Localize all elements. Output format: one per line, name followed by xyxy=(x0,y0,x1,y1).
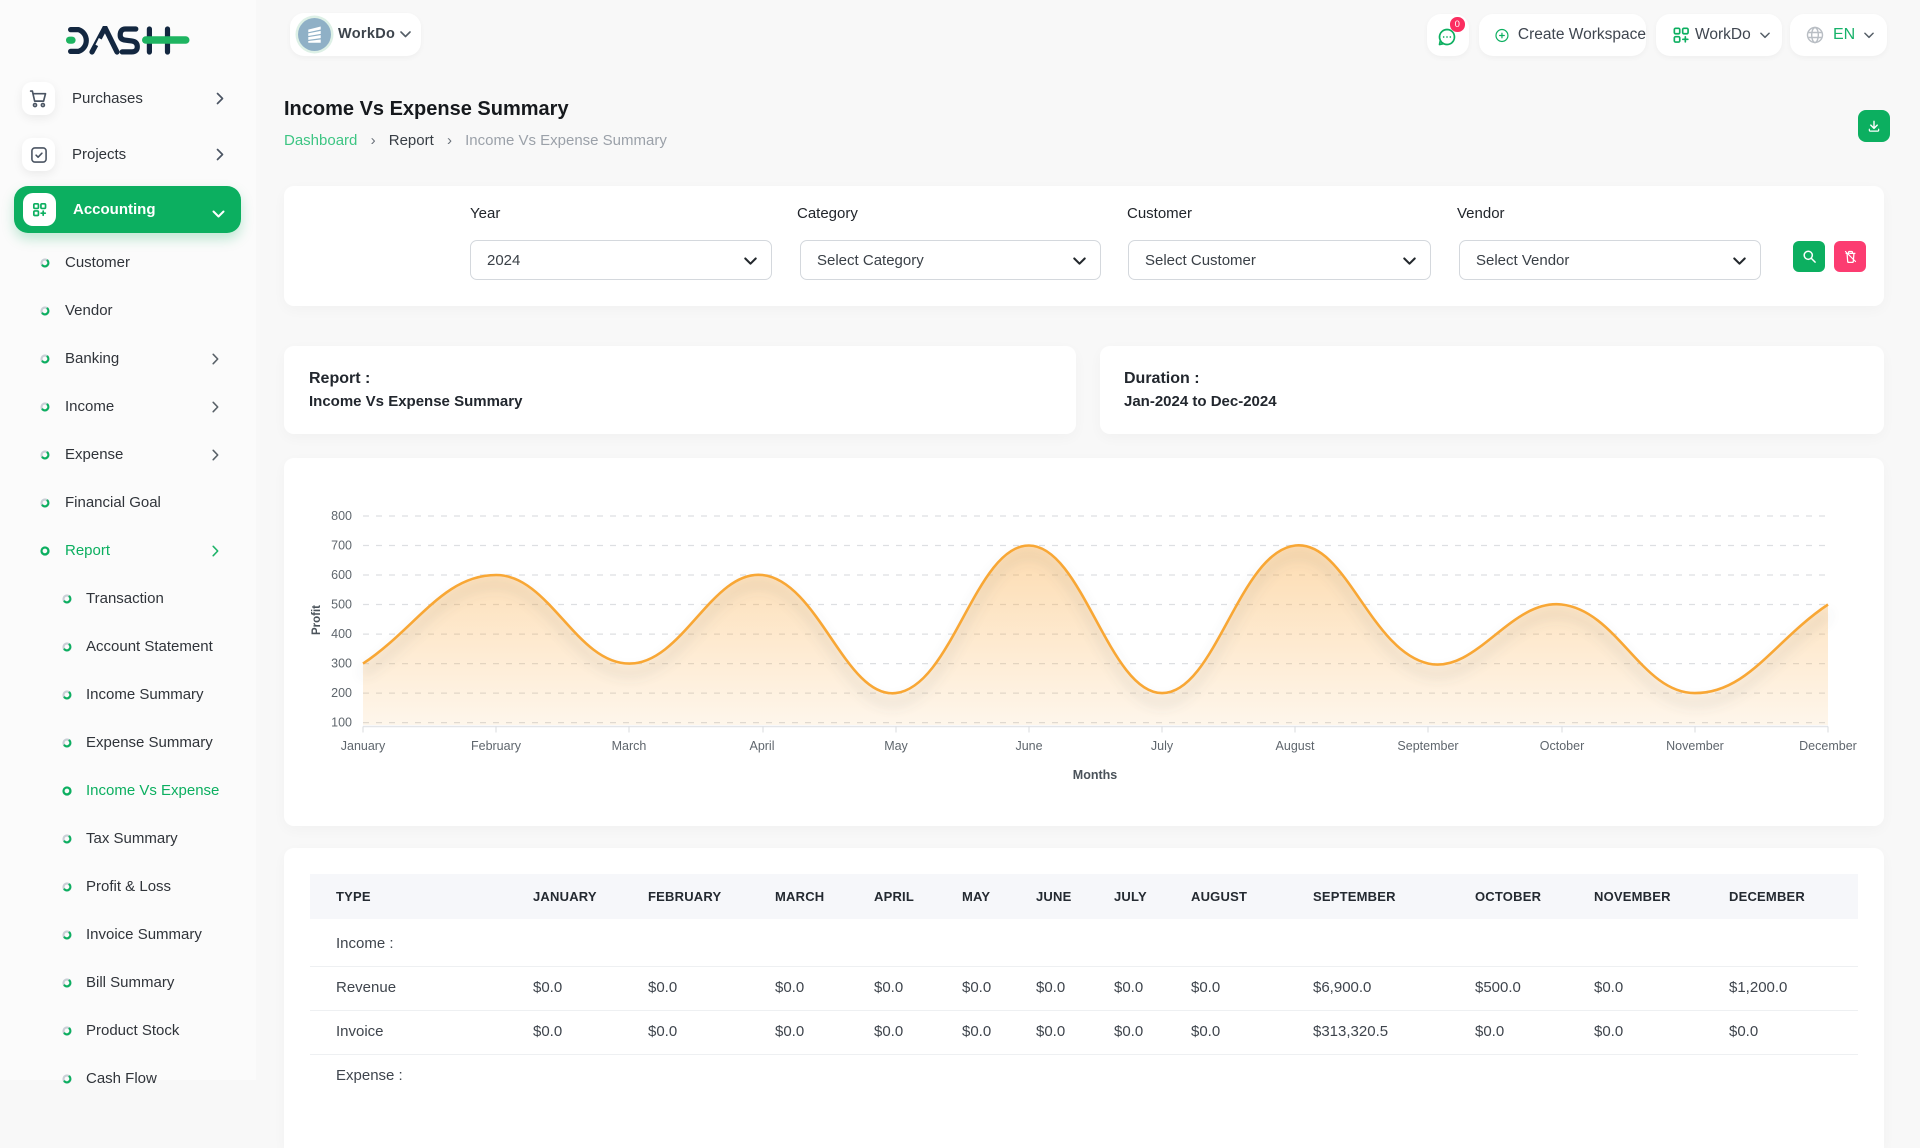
svg-text:April: April xyxy=(749,739,774,753)
svg-text:February: February xyxy=(471,739,522,753)
svg-text:Months: Months xyxy=(1073,768,1117,782)
svg-text:700: 700 xyxy=(331,539,352,553)
svg-text:May: May xyxy=(884,739,908,753)
svg-text:100: 100 xyxy=(331,716,352,730)
svg-text:300: 300 xyxy=(331,657,352,671)
svg-text:December: December xyxy=(1799,739,1857,753)
svg-text:August: August xyxy=(1276,739,1315,753)
svg-text:March: March xyxy=(612,739,647,753)
svg-text:September: September xyxy=(1397,739,1458,753)
svg-text:November: November xyxy=(1666,739,1724,753)
svg-text:800: 800 xyxy=(331,509,352,523)
svg-text:400: 400 xyxy=(331,627,352,641)
svg-text:June: June xyxy=(1015,739,1042,753)
svg-text:500: 500 xyxy=(331,598,352,612)
svg-text:July: July xyxy=(1151,739,1174,753)
svg-text:600: 600 xyxy=(331,568,352,582)
svg-text:October: October xyxy=(1540,739,1584,753)
svg-text:Profit: Profit xyxy=(311,605,323,635)
svg-text:January: January xyxy=(341,739,386,753)
svg-text:200: 200 xyxy=(331,686,352,700)
